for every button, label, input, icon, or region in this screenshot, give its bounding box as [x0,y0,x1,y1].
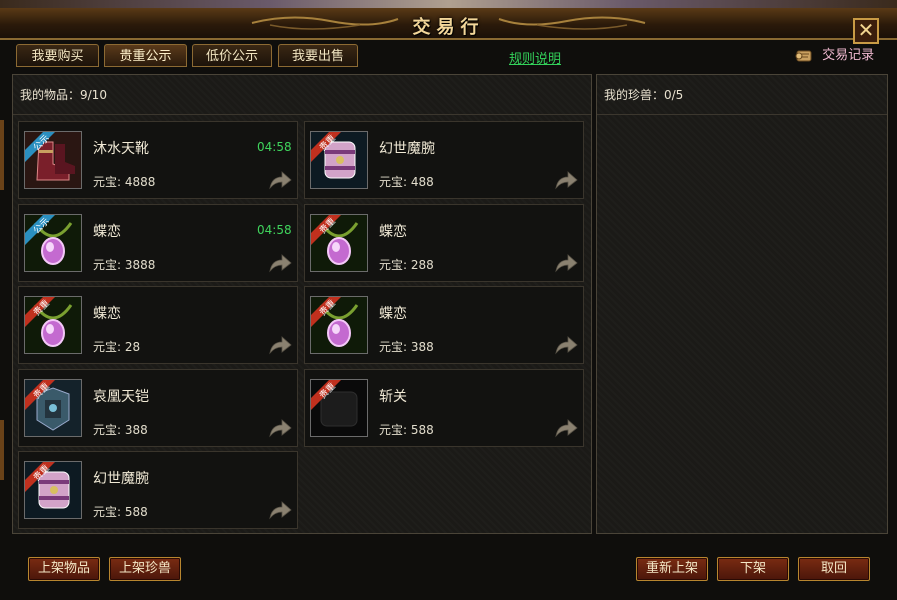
item-price: 元宝: 488 [379,175,434,189]
item-slot[interactable]: 贵重 幻世魔腕元宝: 588 [18,451,298,529]
item-name: 哀凰天铠 [93,388,149,405]
my-pets-panel: 我的珍兽：0/5 [596,74,888,534]
item-slot[interactable]: 公示 沐水天靴元宝: 4888 04:58 [18,121,298,199]
side-tab-decoration [0,420,4,480]
tab-lowprice-notice[interactable]: 低价公示 [192,44,272,67]
item-name: 蝶恋 [379,223,407,240]
item-icon-frame: 公示 [24,213,82,272]
background-art-strip [0,0,897,8]
relist-button[interactable]: 重新上架 [636,557,708,581]
tab-valuable-notice[interactable]: 贵重公示 [104,44,187,67]
public-badge-icon: 公示 [25,214,55,245]
item-price: 元宝: 388 [93,422,148,437]
forward-arrow-icon[interactable] [268,335,292,355]
item-icon-frame: 贵重 [24,296,82,354]
valuable-badge-icon: 贵重 [25,462,55,492]
item-icon-frame: 贵重 [24,461,82,519]
item-icon-frame: 贵重 [310,131,368,189]
item-price: 元宝: 388 [379,340,434,354]
item-price: 元宝: 3888 [93,257,156,272]
scroll-icon [795,50,812,61]
my-items-panel: 我的物品：9/10 公示 沐水天靴 元宝: 4888 04:58 贵重 幻世魔腕 元宝: 4… [12,74,592,534]
tab-buy[interactable]: 我要购买 [16,44,99,67]
trade-record-label: 交易记录 [822,48,875,63]
item-slot[interactable]: 贵重 蝶恋元宝: 288 [304,203,584,282]
valuable-badge-icon: 贵重 [311,214,341,245]
forward-arrow-icon[interactable] [554,418,578,438]
delist-button[interactable]: 下架 [717,557,789,581]
item-name: 蝶恋 [379,306,407,322]
item-slot[interactable]: 公示 蝶恋元宝: 3888 04:58 [18,203,298,282]
item-price: 元宝: 588 [93,505,148,519]
close-button[interactable]: ✕ [853,18,879,44]
forward-arrow-icon[interactable] [268,170,292,190]
item-price: 元宝: 588 [379,422,434,437]
item-name: 斩关 [379,388,407,405]
forward-arrow-icon[interactable] [554,253,578,273]
forward-arrow-icon[interactable] [268,418,292,438]
window-title: 交易行 [412,17,485,38]
item-slot[interactable]: 贵重 斩关元宝: 588 [304,368,584,447]
forward-arrow-icon[interactable] [268,253,292,273]
rules-link[interactable]: 规则说明 [509,48,561,67]
item-icon-frame: 贵重 [310,296,368,354]
item-name: 沐水天靴 [93,141,149,157]
trade-record-button[interactable]: 交易记录 [795,44,874,68]
list-pet-button[interactable]: 上架珍兽 [109,557,181,581]
item-name: 蝶恋 [93,223,121,240]
valuable-badge-icon: 贵重 [25,379,55,410]
side-tab-decoration [0,120,4,190]
title-ornament-right-icon [498,16,646,30]
close-icon: ✕ [857,18,875,42]
item-price: 元宝: 288 [379,257,434,272]
my-pets-header: 我的珍兽：0/5 [597,75,887,115]
countdown-timer: 04:58 [257,140,292,154]
item-price: 元宝: 4888 [93,175,156,189]
item-icon-frame: 贵重 [24,378,82,437]
public-badge-icon: 公示 [25,132,55,162]
tab-sell[interactable]: 我要出售 [278,44,358,67]
valuable-badge-icon: 贵重 [311,132,341,162]
item-name: 蝶恋 [93,306,121,322]
countdown-timer: 04:58 [257,222,292,237]
valuable-badge-icon: 贵重 [25,297,55,327]
item-icon-frame: 贵重 [310,378,368,437]
list-item-button[interactable]: 上架物品 [28,557,100,581]
my-items-header: 我的物品：9/10 [13,75,591,115]
item-icon-frame: 公示 [24,131,82,189]
item-name: 幻世魔腕 [379,141,435,157]
item-slot[interactable]: 贵重 幻世魔腕元宝: 488 [304,121,584,199]
forward-arrow-icon[interactable] [554,335,578,355]
item-slot[interactable]: 贵重 哀凰天铠元宝: 388 [18,368,298,447]
item-slot[interactable]: 贵重 蝶恋元宝: 388 [304,286,584,364]
forward-arrow-icon[interactable] [268,500,292,520]
forward-arrow-icon[interactable] [554,170,578,190]
item-name: 幻世魔腕 [93,471,149,487]
valuable-badge-icon: 贵重 [311,297,341,327]
item-price: 元宝: 28 [93,340,141,354]
item-icon-frame: 贵重 [310,213,368,272]
title-bar[interactable]: 交易行 ✕ [0,8,897,44]
retrieve-button[interactable]: 取回 [798,557,870,581]
item-slot[interactable]: 贵重 蝶恋元宝: 28 [18,286,298,364]
valuable-badge-icon: 贵重 [311,379,341,410]
